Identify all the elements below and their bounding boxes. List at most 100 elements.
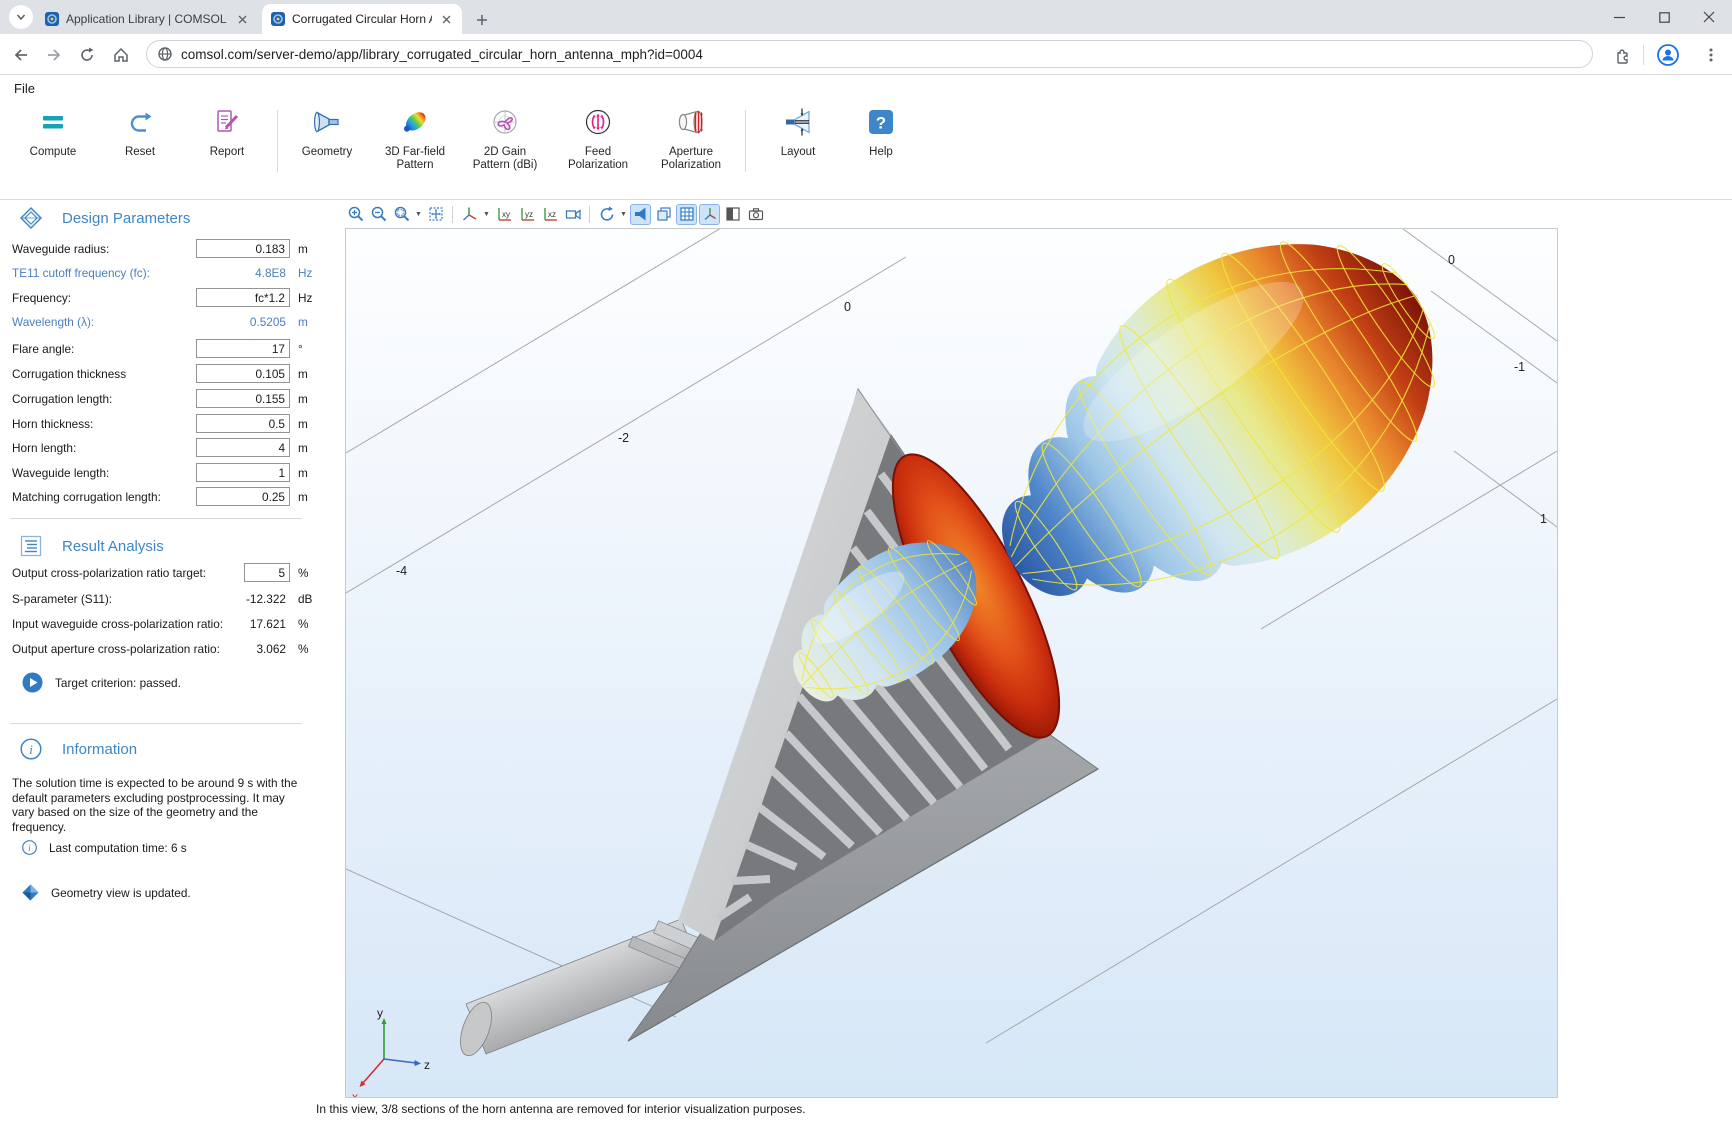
- zoom-in-button[interactable]: [345, 204, 366, 225]
- zoom-out-button[interactable]: [368, 204, 389, 225]
- tab-search-button[interactable]: [9, 5, 33, 29]
- waveguide-length-input[interactable]: [196, 463, 290, 482]
- panel-divider: [10, 723, 302, 724]
- layout-button[interactable]: Layout: [750, 107, 846, 159]
- tab-application-library[interactable]: Application Library | COMSOL S: [36, 4, 258, 34]
- information-header: i Information: [20, 737, 137, 761]
- show-axes-toggle[interactable]: [699, 204, 720, 225]
- information-note: The solution time is expected to be arou…: [12, 776, 306, 834]
- profile-button[interactable]: [1655, 42, 1681, 68]
- graphics-toolbar: ▼ ▼ xy yz xz ▼: [345, 202, 1556, 226]
- browser-menu-button[interactable]: [1698, 42, 1724, 68]
- svg-text:yz: yz: [525, 210, 533, 219]
- axis-tick-label: -4: [396, 564, 407, 578]
- browser-window: Application Library | COMSOL S Corrugate…: [0, 0, 1732, 1145]
- section-title: Result Analysis: [62, 538, 164, 555]
- feed-polarization-icon: [583, 107, 613, 137]
- layout-icon: [783, 107, 813, 137]
- window-close-button[interactable]: [1694, 4, 1724, 30]
- 3d-scene: 0 -2 -4 0 -1 1: [346, 229, 1557, 1097]
- view-xz-button[interactable]: xz: [539, 204, 560, 225]
- extensions-button[interactable]: [1609, 42, 1635, 68]
- home-button[interactable]: [108, 42, 134, 68]
- corrugation-thickness-input[interactable]: [196, 364, 290, 383]
- perspective-view-button[interactable]: [562, 204, 583, 225]
- panel-divider: [10, 518, 302, 519]
- toolbar-separator: [1643, 45, 1644, 65]
- reload-icon: [78, 46, 96, 64]
- perspective-icon: [564, 205, 582, 223]
- new-tab-button[interactable]: [470, 8, 494, 32]
- waveguide-radius-input[interactable]: [196, 239, 290, 258]
- param-row-wavelength: Wavelength (λ): 0.5205 m: [12, 312, 308, 331]
- dropdown-caret-icon[interactable]: ▼: [482, 211, 491, 218]
- view-xy-button[interactable]: xy: [493, 204, 514, 225]
- profile-avatar-icon: [1656, 43, 1680, 67]
- result-row-input-cross-polarization: Input waveguide cross-polarization ratio…: [12, 614, 308, 633]
- tab-close-icon[interactable]: [234, 11, 250, 27]
- show-grid-toggle[interactable]: [676, 204, 697, 225]
- toolbar-separator: [452, 206, 453, 223]
- readonly-value: 4.8E8: [162, 266, 286, 280]
- screenshot-button[interactable]: [745, 204, 766, 225]
- window-minimize-button[interactable]: [1604, 4, 1634, 30]
- corrugation-length-input[interactable]: [196, 389, 290, 408]
- horn-icon: [632, 205, 650, 223]
- minimize-icon: [1614, 12, 1625, 23]
- frequency-input[interactable]: [196, 288, 290, 307]
- matching-corrugation-length-input[interactable]: [196, 487, 290, 506]
- graphics-canvas[interactable]: 0 -2 -4 0 -1 1: [345, 228, 1558, 1098]
- horn-thickness-input[interactable]: [196, 414, 290, 433]
- file-menu[interactable]: File: [14, 81, 35, 96]
- report-button[interactable]: Report: [179, 107, 275, 159]
- svg-text:i: i: [29, 742, 33, 757]
- reload-button[interactable]: [74, 42, 100, 68]
- forward-button[interactable]: [41, 42, 67, 68]
- ribbon-separator: [745, 110, 746, 172]
- compute-button[interactable]: Compute: [5, 107, 101, 159]
- reset-button[interactable]: Reset: [92, 107, 188, 159]
- compute-icon: [38, 107, 68, 137]
- back-button[interactable]: [8, 42, 34, 68]
- dropdown-caret-icon[interactable]: ▼: [619, 211, 628, 218]
- tab-corrugated-horn[interactable]: Corrugated Circular Horn Anten: [262, 4, 462, 34]
- svg-text:?: ?: [876, 114, 886, 133]
- readonly-value: 3.062: [162, 642, 286, 656]
- flare-angle-input[interactable]: [196, 339, 290, 358]
- tab-title: Application Library | COMSOL S: [66, 12, 228, 26]
- 2d-gain-pattern-button[interactable]: 2D Gain Pattern (dBi): [457, 107, 553, 172]
- help-button[interactable]: ? Help: [833, 107, 929, 159]
- rotate-view-button[interactable]: [596, 204, 617, 225]
- feed-polarization-button[interactable]: Feed Polarization: [550, 107, 646, 172]
- view-yz-button[interactable]: yz: [516, 204, 537, 225]
- design-parameters-header: Design Parameters: [20, 206, 190, 230]
- param-row-waveguide-length: Waveguide length: m: [12, 463, 308, 482]
- horn-length-input[interactable]: [196, 438, 290, 457]
- geometry-button[interactable]: Geometry: [279, 107, 375, 159]
- axis-tick-label: 1: [1540, 512, 1547, 526]
- 3d-farfield-pattern-button[interactable]: 3D Far-field Pattern: [367, 107, 463, 172]
- cross-polarization-target-input[interactable]: [244, 563, 290, 582]
- tab-close-icon[interactable]: [438, 11, 454, 27]
- window-maximize-button[interactable]: [1649, 4, 1679, 30]
- scene-light-toggle[interactable]: [722, 204, 743, 225]
- aperture-polarization-button[interactable]: Aperture Polarization: [643, 107, 739, 172]
- 2d-gain-icon: [490, 107, 520, 137]
- triad-y-label: y: [377, 1006, 383, 1020]
- browser-toolbar: comsol.com/server-demo/app/library_corru…: [0, 34, 1732, 75]
- dropdown-caret-icon[interactable]: ▼: [414, 211, 423, 218]
- information-icon: i: [20, 738, 42, 760]
- show-geometry-toggle[interactable]: [630, 204, 651, 225]
- target-criterion-status: Target criterion: passed.: [22, 672, 181, 693]
- geometry-diamond-icon: [22, 884, 39, 901]
- comsol-favicon: [270, 11, 286, 27]
- tab-title: Corrugated Circular Horn Anten: [292, 12, 432, 26]
- last-computation-status: i Last computation time: 6 s: [22, 840, 187, 855]
- zoom-extents-button[interactable]: [425, 204, 446, 225]
- zoom-to-selection-button[interactable]: [391, 204, 412, 225]
- axis-tick-label: 0: [1448, 253, 1455, 267]
- transparency-toggle[interactable]: [653, 204, 674, 225]
- param-row-corrugation-thickness: Corrugation thickness m: [12, 364, 308, 383]
- default-view-button[interactable]: [459, 204, 480, 225]
- address-bar[interactable]: comsol.com/server-demo/app/library_corru…: [146, 40, 1593, 68]
